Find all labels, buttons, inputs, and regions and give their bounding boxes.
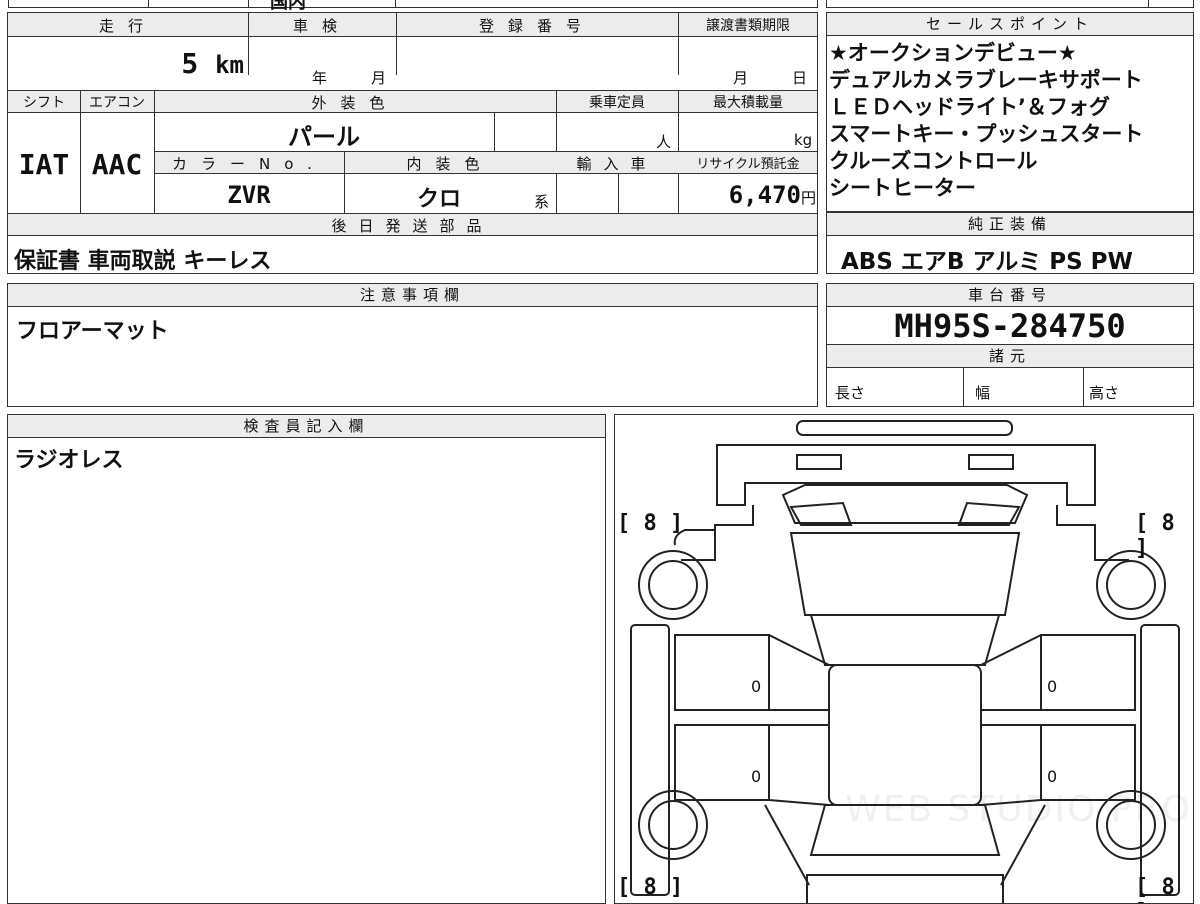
equipment-box: 純正装備 ABS エアB アルミ PS PW (826, 212, 1194, 275)
sales-points-list: ★オークションデビュー★ デュアルカメラブレーキサポート ＬＥＤヘッドライト’＆… (827, 36, 1193, 202)
max-load-label: 最大積載量 (713, 95, 783, 111)
exterior-color-value: パール (288, 123, 360, 151)
registration-label: 登録番号 (478, 17, 595, 35)
aircon-value: AAC (91, 148, 143, 181)
height-label: 高さ (1089, 384, 1120, 402)
length-label: 長さ (835, 384, 866, 402)
door-rear-left-score: 0 (751, 767, 762, 786)
sales-point-item: デュアルカメラブレーキサポート (829, 68, 1143, 92)
recycle-value: 6,470円 (728, 181, 816, 209)
score-rear-left: [ 8 ] (617, 875, 684, 900)
exterior-color-label: 外装色 (311, 94, 399, 112)
sales-point-item: シートヒーター (829, 176, 976, 200)
car-diagram-box: [ 8 ] [ 8 ] [ 8 ] [ 8 ] 0 0 0 0 WEB STUD… (614, 414, 1194, 904)
color-no-label: カラーNo. (172, 155, 326, 173)
later-parts-value: 保証書 車両取説 キーレス (14, 249, 272, 274)
transfer-day: 日 (792, 69, 808, 87)
door-rear-right-score: 0 (1047, 767, 1058, 786)
recycle-label: リサイクル預託金 (696, 157, 800, 172)
later-parts-label: 後日発送部品 (331, 217, 494, 235)
sales-point-item: スマートキー・プッシュスタート (829, 122, 1144, 146)
notes-value: フロアーマット (16, 319, 169, 344)
inspector-title: 検査員記入欄 (8, 415, 605, 438)
notes-box: 注意事項欄 フロアーマット (7, 283, 818, 407)
score-front-left: [ 8 ] (617, 511, 684, 536)
chassis-box: 車台番号 MH95S-284750 諸元 長さ 幅 高さ (826, 283, 1194, 407)
sales-point-item: ★オークションデビュー★ (829, 41, 1077, 65)
interior-color-value: クロ (416, 187, 461, 212)
inspection-month: 月 (371, 69, 387, 87)
mileage-label: 走行 (98, 17, 157, 35)
inspection-year: 年 (312, 69, 328, 87)
sales-point-item: ＬＥＤヘッドライト’＆フォグ (829, 95, 1110, 119)
capacity-unit: 人 (656, 133, 672, 151)
specs-title: 諸元 (827, 345, 1193, 368)
capacity-label: 乗車定員 (589, 95, 645, 111)
inspection-label: 車検 (292, 17, 351, 35)
vehicle-info-table: 走行 車検 登録番号 譲渡書類期限 5 km 年 月 月 日 シフト エアコン … (7, 12, 818, 274)
inspector-box: 検査員記入欄 ラジオレス (7, 414, 606, 904)
transfer-month: 月 (733, 69, 749, 87)
chassis-title: 車台番号 (827, 284, 1193, 307)
sales-points-box: セールスポイント ★オークションデビュー★ デュアルカメラブレーキサポート ＬＥ… (826, 12, 1194, 212)
sales-point-item: クルーズコントロール (829, 149, 1038, 173)
mileage-value: 5 km (181, 47, 244, 80)
door-front-right-score: 0 (1047, 677, 1058, 696)
equipment-value: ABS エアB アルミ PS PW (841, 249, 1133, 275)
shift-value: IAT (18, 148, 70, 181)
import-label: 輸入車 (576, 155, 658, 173)
notes-title: 注意事項欄 (8, 284, 817, 307)
max-load-unit: kg (794, 131, 813, 149)
equipment-title: 純正装備 (827, 212, 1193, 236)
interior-suffix: 系 (534, 193, 550, 211)
top-cut-strip: 国内 (0, 0, 1200, 13)
door-front-left-score: 0 (751, 677, 762, 696)
interior-color-label: 内装色 (406, 155, 494, 173)
aircon-label: エアコン (89, 95, 145, 111)
shift-label: シフト (23, 95, 65, 111)
sales-points-title: セールスポイント (827, 13, 1193, 36)
color-no-value: ZVR (227, 181, 271, 209)
chassis-number: MH95S-284750 (894, 307, 1126, 345)
transfer-deadline-label: 譲渡書類期限 (706, 18, 790, 34)
score-front-right: [ 8 ] (1135, 511, 1175, 561)
width-label: 幅 (975, 384, 991, 402)
inspector-value: ラジオレス (14, 448, 124, 473)
car-diagram (630, 420, 1180, 903)
watermark: WEB STUDIO PRO (845, 789, 1192, 830)
